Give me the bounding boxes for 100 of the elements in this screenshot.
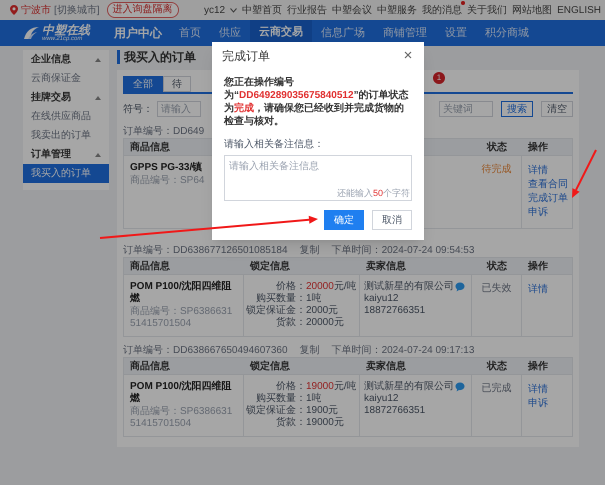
nav-item[interactable]: 商铺管理 (374, 20, 436, 46)
column-header: 卖家信息 (366, 359, 406, 374)
sidebar-group-title[interactable]: 订单管理 (31, 147, 71, 162)
keyword-field[interactable]: 关键词 (439, 101, 493, 117)
column-header: 锁定信息 (250, 259, 290, 274)
top-link[interactable]: 行业报告 (287, 4, 328, 16)
order-status: 已完成 (482, 383, 512, 394)
price-value: 19000元/吨 (306, 381, 357, 392)
column-header: 卖家信息 (366, 259, 406, 274)
copy-link[interactable]: 复制 (300, 342, 320, 358)
column-header: 状态 (487, 360, 507, 374)
column-header: 状态 (487, 140, 507, 154)
field-label: 请输入相关备注信息： (223, 138, 325, 152)
sidebar-group-title[interactable]: 企业信息 (31, 52, 71, 67)
field-label: 购买数量： (255, 293, 306, 304)
sidebar-item[interactable]: 云商保证金 (23, 69, 109, 88)
price-value: 20000元/吨 (306, 281, 357, 292)
seller-phone: 18872766351 (364, 405, 426, 417)
nav-item[interactable]: 设置 (436, 20, 476, 46)
top-link[interactable]: 关于我们 (467, 4, 508, 16)
field-value: 1吨 (306, 293, 322, 305)
product-name: POM P100/沈阳四维阻燃 (130, 381, 233, 405)
action-link[interactable]: 查看合同 (528, 178, 568, 192)
search-label: 符号： (123, 102, 153, 116)
top-link[interactable]: 网站地图 (512, 4, 552, 16)
action-link[interactable]: 详情 (528, 164, 548, 178)
field-label: 价格： (275, 281, 306, 293)
page-title: 我买入的订单 (117, 50, 196, 64)
order-number: 订单编号：DD649 (123, 124, 204, 138)
action-link[interactable]: 申诉 (528, 397, 548, 411)
sidebar-item[interactable]: 在线供应商品 (23, 107, 109, 126)
product-code: 商品编号：SP638663151415701504 (130, 306, 234, 330)
count-badge: 1 (433, 72, 445, 84)
top-link[interactable]: 中塑服务 (377, 4, 418, 16)
column-header: 状态 (487, 260, 507, 274)
top-link[interactable]: 中塑首页 (242, 4, 282, 16)
action-link[interactable]: 完成订单 (528, 192, 568, 206)
top-link[interactable]: ENGLISH (557, 4, 601, 16)
action-link[interactable]: 申诉 (528, 206, 548, 220)
order-status: 待完成 (482, 164, 512, 175)
field-value: 20000元 (306, 317, 344, 329)
field-value: 1吨 (306, 393, 322, 405)
field-value: 2000元 (306, 305, 338, 317)
field-label: 价格： (275, 381, 306, 393)
column-header: 商品信息 (130, 259, 170, 274)
logo-text: 中塑在线 (42, 24, 90, 36)
dialog-button[interactable]: 取消 (372, 210, 412, 230)
column-header: 操作 (528, 260, 548, 274)
user-name[interactable]: yc12 (204, 2, 226, 18)
section-title: 用户中心 (114, 25, 162, 42)
product-name: POM P100/沈阳四维阻燃 (130, 281, 233, 305)
product-name: GPPS PG-33/镇 (130, 162, 202, 174)
field-label: 货款： (275, 317, 306, 329)
seller-user: kaiyu12 (364, 393, 400, 405)
field-value: 19000元 (306, 417, 344, 429)
seller-company: 测试新星的有限公司 (364, 381, 454, 393)
search-field[interactable]: 请输入 (157, 101, 201, 117)
sidebar-item[interactable]: 我卖出的订单 (23, 126, 109, 145)
dialog-button[interactable]: 确定 (324, 210, 364, 230)
inquiry-button[interactable]: 进入询盘隔离 (106, 2, 179, 18)
top-link[interactable]: 我的消息 (422, 4, 462, 16)
order-status: 已失效 (482, 283, 512, 294)
nav-item[interactable]: 积分商城 (476, 20, 538, 46)
column-header: 商品信息 (130, 359, 170, 374)
field-label: 货款： (275, 417, 306, 429)
product-code: 商品编号：SP64 (130, 175, 204, 187)
field-label: 锁定保证金： (245, 305, 306, 317)
switch-city-link[interactable]: [切换城市] (54, 2, 100, 18)
dialog-title: 完成订单 (222, 48, 270, 65)
nav-item[interactable]: 信息广场 (312, 20, 374, 46)
dialog-message: 您正在操作编号为“DD649289035675840512”的订单状态为完成，请确保您已经收到并完成货物的检查与核对。 (222, 76, 410, 128)
column-header: 锁定信息 (250, 359, 290, 374)
city-name: 宁波市 (21, 4, 51, 18)
sidebar-group-title[interactable]: 挂牌交易 (31, 90, 71, 105)
seller-company: 测试新星的有限公司 (364, 281, 454, 293)
order-number: 订单编号：DD638677126501085184 (123, 244, 288, 258)
sidebar-item[interactable]: 我买入的订单 (23, 164, 109, 183)
top-link[interactable]: 中塑会议 (332, 4, 372, 16)
order-time: 下单时间：2024-07-24 09:54:53 (332, 244, 474, 258)
column-header: 操作 (528, 360, 548, 374)
order-number: 订单编号：DD638667650494607360 (123, 344, 288, 358)
field-label: 购买数量： (255, 393, 306, 404)
tab[interactable]: 待 (163, 76, 191, 92)
field-label: 锁定保证金： (245, 405, 306, 417)
product-code: 商品编号：SP638663151415701504 (130, 406, 234, 430)
column-header: 操作 (528, 140, 548, 154)
field-value: 1900元 (306, 405, 338, 417)
seller-phone: 18872766351 (364, 305, 426, 317)
nav-item[interactable]: 供应 (210, 20, 250, 46)
character-counter: 还能输入50个字符 (336, 186, 410, 200)
nav-item[interactable]: 首页 (170, 20, 210, 46)
order-time: 下单时间：2024-07-24 09:17:13 (332, 344, 474, 358)
copy-link[interactable]: 复制 (300, 242, 320, 258)
search-button[interactable]: 清空 (541, 101, 573, 117)
seller-user: kaiyu12 (364, 293, 400, 305)
tab[interactable]: 全部 (123, 76, 163, 92)
column-header: 商品信息 (130, 140, 170, 154)
action-link[interactable]: 详情 (528, 383, 548, 397)
action-link[interactable]: 详情 (528, 283, 548, 297)
search-button[interactable]: 搜索 (501, 101, 533, 117)
